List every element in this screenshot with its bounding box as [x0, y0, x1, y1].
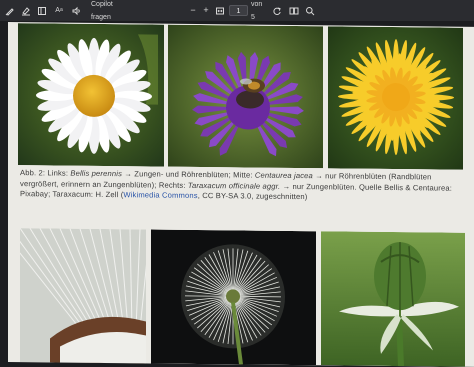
dandelion-seed-detail-photo — [20, 228, 146, 364]
zoom-in-button[interactable]: + — [201, 4, 211, 17]
caption-species-bellis: Bellis perennis — [70, 168, 123, 179]
draw-icon[interactable] — [4, 4, 16, 17]
page-number-input[interactable]: 1 — [229, 5, 248, 16]
two-page-icon[interactable] — [288, 4, 299, 17]
document-page: Abb. 2: Links: Bellis perennis → Zungen-… — [8, 22, 474, 367]
knapweed-photo — [168, 24, 323, 169]
pdf-toolbar: Aa Copilot fragen − + 1 von 5 — [0, 0, 474, 21]
copilot-button[interactable]: Copilot fragen — [91, 1, 131, 21]
daisy-photo — [18, 23, 164, 167]
dandelion-clock-photo — [151, 229, 316, 366]
fit-page-icon[interactable] — [214, 4, 225, 17]
page-count: von 5 — [251, 0, 263, 21]
caption-text: → Zungen- und Röhrenblüten; Mitte: — [122, 169, 255, 180]
rotate-icon[interactable] — [271, 4, 282, 17]
page-view-icon[interactable] — [36, 4, 48, 17]
dandelion-bud-photo — [321, 231, 465, 367]
highlight-icon[interactable] — [20, 4, 32, 17]
zoom-out-button[interactable]: − — [188, 4, 198, 17]
text-size-icon[interactable]: Aa — [53, 4, 65, 17]
caption-species-centaurea: Centaurea jacea — [254, 170, 313, 181]
caption-species-taraxacum: Taraxacum officinale aggr. — [187, 180, 281, 191]
figure-caption: Abb. 2: Links: Bellis perennis → Zungen-… — [20, 168, 462, 204]
read-aloud-icon[interactable] — [70, 4, 82, 17]
search-icon[interactable] — [304, 4, 315, 17]
wikimedia-link[interactable]: Wikimedia Commons — [123, 190, 197, 200]
dandelion-flower-photo — [328, 26, 463, 170]
caption-text: , CC BY-SA 3.0, zugeschnitten) — [197, 191, 308, 202]
caption-text: Abb. 2: Links: — [20, 168, 71, 178]
